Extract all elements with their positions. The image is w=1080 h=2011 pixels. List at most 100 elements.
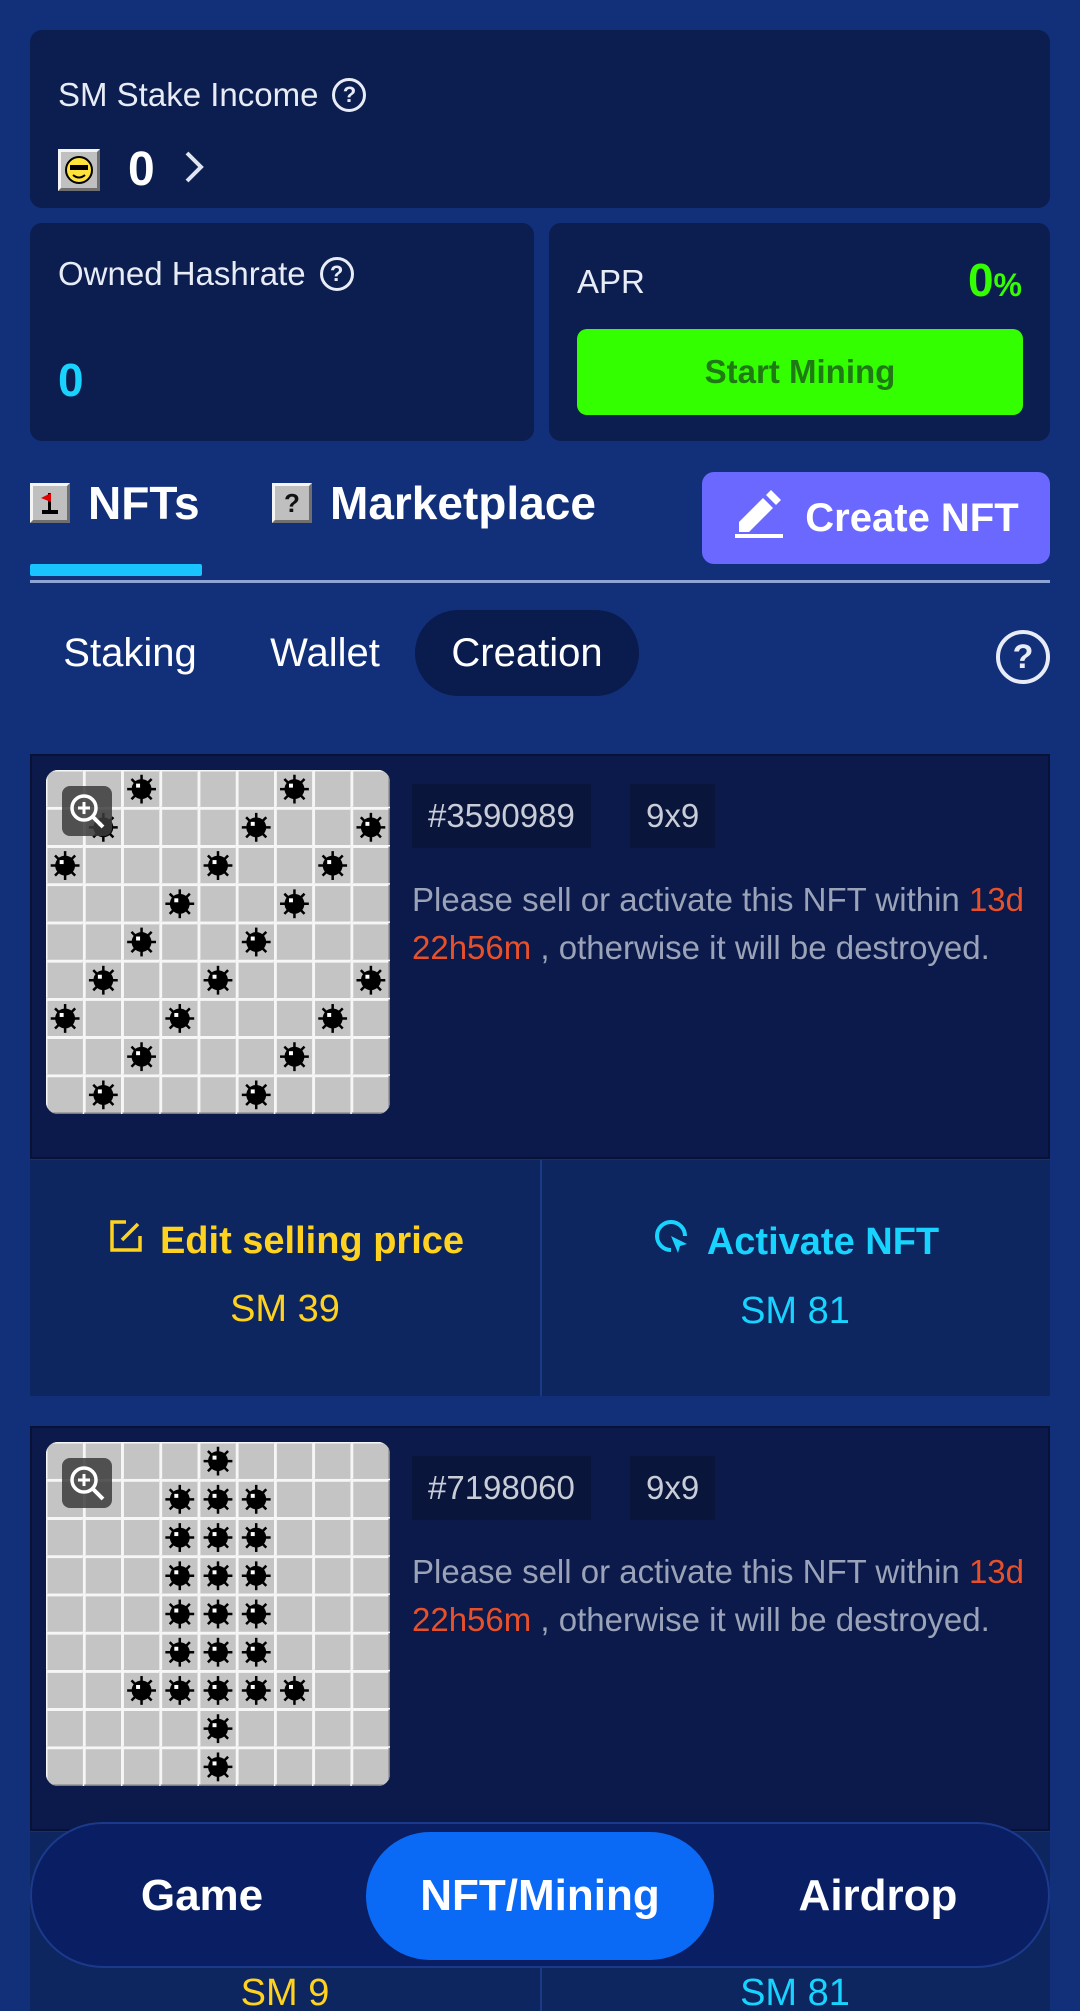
subtab-creation[interactable]: Creation [415, 610, 639, 696]
board-cell [159, 1631, 201, 1673]
nav-game[interactable]: Game [52, 1832, 352, 1960]
board-cell [82, 844, 124, 887]
board-cell [46, 959, 86, 1001]
board-cell [235, 1442, 277, 1482]
nft-id: #3590989 [412, 784, 591, 848]
nav-airdrop[interactable]: Airdrop [728, 1832, 1028, 1960]
hashrate-title: Owned Hashrate [58, 255, 306, 292]
board-cell [120, 1074, 163, 1114]
board-cell [197, 1708, 239, 1750]
nft-message-text: Please sell or activate this NFT within [412, 881, 969, 918]
help-icon[interactable]: ? [319, 257, 354, 291]
nft-message-suffix: , otherwise it will be destroyed. [531, 929, 990, 966]
flag-icon [30, 483, 70, 523]
chevron-right-icon[interactable] [183, 149, 205, 190]
board-cell [159, 1555, 201, 1597]
help-icon[interactable]: ? [996, 630, 1050, 684]
start-mining-label: Start Mining [704, 353, 896, 390]
mine-icon [165, 1004, 195, 1033]
mine-icon [203, 1676, 233, 1705]
board-cell [273, 1669, 316, 1712]
board-cell [120, 806, 163, 848]
mine-icon [280, 1676, 309, 1705]
nav-nft-mining[interactable]: NFT/Mining [366, 1832, 714, 1960]
board-cell [120, 1555, 163, 1597]
board-cell [197, 921, 239, 963]
board-cell [197, 1746, 239, 1786]
board-cell [235, 1478, 277, 1520]
activate-price-value: SM 81 [740, 1290, 850, 1332]
hashrate-value: 0 [58, 354, 84, 406]
nft-actions: Edit selling price SM 39 Activate NFT SM… [30, 1160, 1050, 1396]
board-cell [46, 997, 86, 1040]
board-cell [120, 1746, 163, 1786]
zoom-in-icon[interactable] [62, 1458, 112, 1508]
board-cell [46, 1631, 86, 1673]
tab-marketplace-label: Marketplace [330, 477, 596, 529]
board-cell [159, 959, 201, 1001]
activate-icon [651, 1216, 693, 1268]
stake-income-row[interactable]: 0 [58, 142, 205, 197]
tab-nfts-label: NFTs [88, 477, 200, 529]
board-cell [159, 1036, 201, 1078]
board-cell [159, 1708, 201, 1750]
board-cell [120, 959, 163, 1001]
stake-income-label-row: SM Stake Income ? [58, 76, 367, 114]
board-cell [312, 806, 354, 848]
edit-price-label: Edit selling price [159, 1219, 465, 1262]
mine-icon [318, 1004, 348, 1033]
board-cell [82, 997, 124, 1040]
create-nft-button[interactable]: Create NFT [702, 472, 1050, 564]
subtab-staking[interactable]: Staking [30, 610, 230, 696]
board-cell [235, 1555, 277, 1597]
board-cell [46, 1036, 86, 1078]
board-cell [235, 997, 277, 1040]
board-cell [197, 997, 239, 1040]
nft-message: Please sell or activate this NFT within … [412, 1548, 1032, 1644]
board-cell [235, 1708, 277, 1750]
board-cell [120, 883, 163, 925]
help-icon[interactable]: ? [332, 78, 367, 112]
stake-income-title: SM Stake Income [58, 76, 319, 113]
board-cell [46, 1669, 86, 1712]
edit-price-button[interactable]: Edit selling price SM 39 [30, 1216, 540, 1331]
board-cell [350, 844, 390, 887]
board-cell [197, 1555, 239, 1597]
board-cell [120, 997, 163, 1040]
board-cell [273, 921, 316, 963]
board-cell [159, 997, 201, 1040]
tab-nfts[interactable]: NFTs [30, 476, 200, 530]
create-nft-label: Create NFT [805, 495, 1019, 540]
board-cell [46, 1516, 86, 1559]
board-cell [350, 883, 390, 925]
board-cell [273, 1708, 316, 1750]
start-mining-button[interactable]: Start Mining [577, 329, 1023, 415]
stake-income-value: 0 [128, 143, 155, 196]
board-cell [312, 1478, 354, 1520]
board-cell [82, 921, 124, 963]
board-cell [312, 1593, 354, 1635]
board-cell [120, 1036, 163, 1078]
mine-icon [241, 812, 271, 842]
board-cell [350, 1669, 390, 1712]
zoom-in-icon[interactable] [62, 786, 112, 836]
board-cell [82, 1631, 124, 1673]
tab-marketplace[interactable]: ? Marketplace [272, 476, 596, 530]
activate-nft-button[interactable]: Activate NFT SM 81 [540, 1216, 1050, 1333]
board-cell [197, 1669, 239, 1712]
board-cell [273, 959, 316, 1001]
board-cell [312, 997, 354, 1040]
board-cell [82, 1593, 124, 1635]
board-cell [273, 1074, 316, 1114]
board-cell [273, 997, 316, 1040]
mine-icon [203, 1484, 233, 1514]
subtab-wallet[interactable]: Wallet [240, 610, 410, 696]
board-cell [273, 1593, 316, 1635]
nft-card: #7198060 9x9 Please sell or activate thi… [30, 1426, 1050, 1831]
board-cell [46, 1593, 86, 1635]
board-cell [120, 1669, 163, 1712]
mine-icon [241, 1676, 271, 1705]
board-cell [312, 1746, 354, 1786]
board-cell [197, 1631, 239, 1673]
question-block-icon: ? [272, 483, 312, 523]
